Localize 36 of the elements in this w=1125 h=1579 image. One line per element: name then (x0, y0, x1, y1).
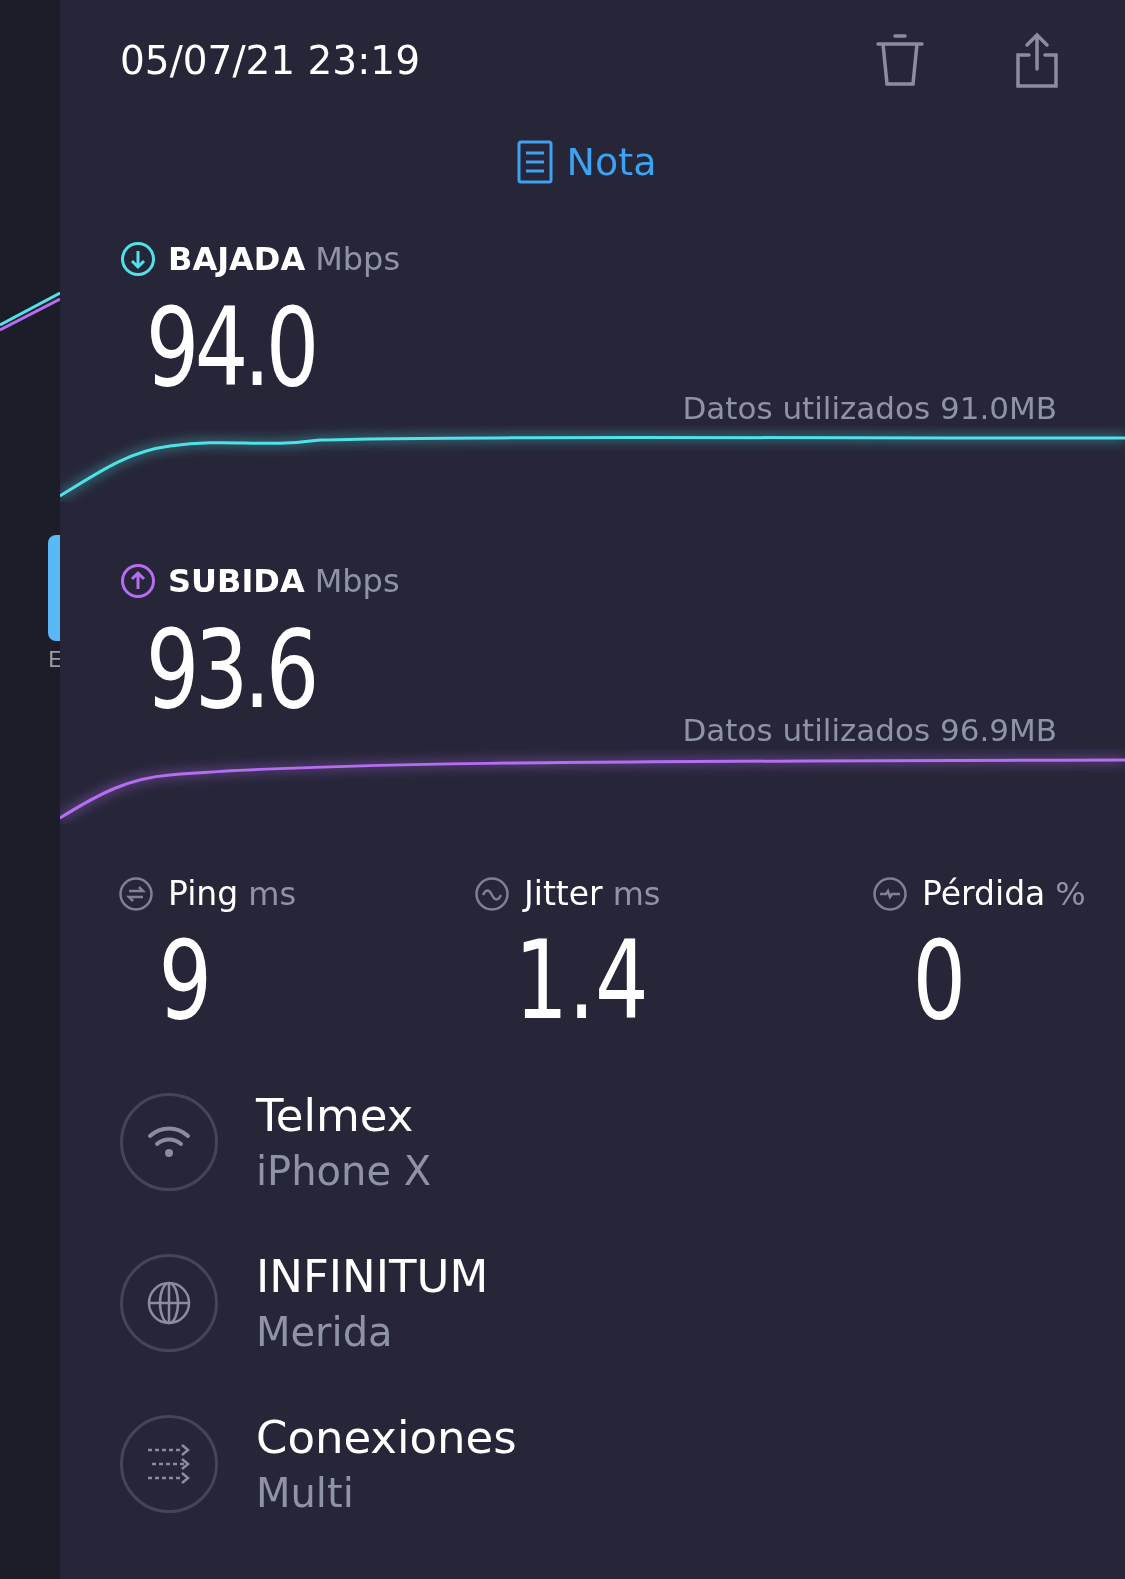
speed-value: 93.6 (144, 616, 315, 724)
metric-value: 1.4 (513, 927, 649, 1035)
test-datetime: 05/07/21 23:19 (120, 37, 421, 83)
metric-value: 0 (911, 927, 967, 1035)
unit-label: % (1055, 874, 1086, 913)
document-icon (516, 140, 553, 184)
detail-subtitle: iPhone X (256, 1148, 432, 1194)
data-used-text: Datos utilizados 96.9MB (682, 712, 1057, 748)
metric-label: Jitter (524, 874, 603, 913)
metric-value: 9 (157, 927, 213, 1035)
speed-label: SUBIDA (168, 562, 305, 600)
detail-subtitle: Merida (256, 1309, 394, 1355)
share-icon (1015, 31, 1059, 89)
speed-value: 94.0 (144, 294, 315, 402)
data-used-text: Datos utilizados 91.0MB (682, 390, 1057, 426)
note-button[interactable]: Nota (516, 140, 657, 184)
detail-subtitle: Multi (256, 1470, 355, 1516)
speed-label: BAJADA (168, 240, 306, 278)
pulse-icon (872, 875, 908, 912)
arrows-icon (146, 1443, 192, 1484)
detail-title: Telmex (256, 1089, 415, 1142)
unit-label: Mbps (315, 240, 401, 278)
globe-icon (146, 1279, 192, 1326)
wave-icon (474, 875, 510, 912)
detail-title: INFINITUM (256, 1250, 489, 1303)
trash-icon (875, 32, 925, 88)
ping-arrows-icon (118, 875, 154, 912)
detail-title: Conexiones (256, 1411, 517, 1464)
delete-button[interactable] (875, 32, 925, 88)
background-label: E (48, 647, 62, 672)
unit-label: ms (612, 874, 661, 913)
metric-label: Ping (168, 874, 239, 913)
unit-label: ms (248, 874, 297, 913)
unit-label: Mbps (314, 562, 400, 600)
metric-label: Pérdida (922, 874, 1046, 913)
share-button[interactable] (1015, 31, 1059, 89)
